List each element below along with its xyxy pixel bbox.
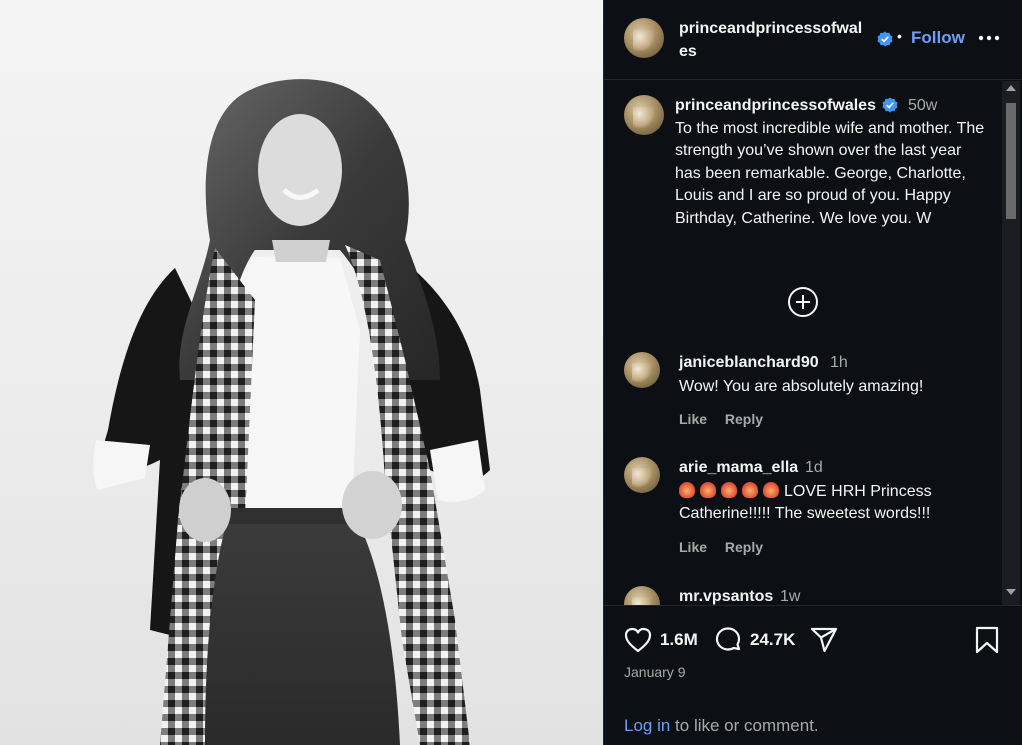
comment-item: janiceblanchard90 1h Wow! You are absolu… (604, 352, 1002, 452)
heart-emoji-icon (721, 482, 737, 498)
reply-comment-button[interactable]: Reply (725, 539, 763, 555)
like-comment-button[interactable]: Like (679, 539, 707, 555)
heart-emoji-icon (763, 482, 779, 498)
caption-author-username[interactable]: princeandprincessofwales (675, 97, 876, 115)
caption-author-avatar[interactable] (624, 95, 664, 135)
separator-dot: • (897, 28, 902, 44)
post-actions: 1.6M 24.7K January 9 Log in to like or c… (604, 605, 1022, 745)
photo-illustration (93, 79, 490, 745)
heart-emoji-icon (679, 482, 695, 498)
comment-username[interactable]: arie_mama_ella (679, 459, 798, 477)
scroll-up-arrow-icon[interactable] (1006, 85, 1016, 91)
commenter-avatar[interactable] (624, 586, 660, 605)
like-comment-button[interactable]: Like (679, 411, 707, 427)
commenter-avatar[interactable] (624, 352, 660, 388)
comment-actions: Like Reply (679, 539, 777, 555)
scroll-down-arrow-icon[interactable] (1006, 589, 1016, 595)
author-username-line2: es (679, 43, 697, 60)
comment-username[interactable]: mr.vpsantos (679, 588, 773, 605)
heart-icon[interactable] (623, 625, 653, 655)
verified-badge-icon (882, 97, 898, 113)
caption-timestamp[interactable]: 50w (908, 97, 937, 115)
login-prompt-text: to like or comment. (670, 716, 819, 735)
follow-button[interactable]: Follow (911, 28, 965, 48)
reply-comment-button[interactable]: Reply (725, 411, 763, 427)
share-icon[interactable] (809, 625, 839, 655)
comment-text: Wow! You are absolutely amazing! (679, 378, 924, 395)
post-photo[interactable] (0, 0, 603, 745)
author-username-line1: princeandprincessofwal (679, 20, 863, 37)
bookmark-icon[interactable] (972, 625, 1002, 655)
comments-scrollbar[interactable] (1002, 81, 1020, 605)
scrollbar-thumb[interactable] (1006, 103, 1016, 219)
likes-count[interactable]: 1.6M (660, 630, 698, 650)
more-options-icon[interactable] (976, 26, 1002, 50)
post-date[interactable]: January 9 (624, 664, 685, 680)
post-header: princeandprincessofwal es • Follow (604, 0, 1022, 80)
comment-text-block: LOVE HRH Princess Catherine!!!!! The swe… (679, 481, 979, 526)
login-prompt: Log in to like or comment. (624, 716, 819, 736)
comment-item: mr.vpsantos 1w (604, 586, 1002, 605)
caption-text: To the most incredible wife and mother. … (675, 120, 985, 227)
load-more-comments-icon[interactable] (788, 287, 818, 317)
comment-item: arie_mama_ella 1d LOVE HRH Princess Cath… (604, 457, 1002, 577)
comments-count[interactable]: 24.7K (750, 630, 795, 650)
comment-timestamp[interactable]: 1d (805, 459, 823, 477)
heart-emoji-icon (700, 482, 716, 498)
comment-text: LOVE HRH Princess Catherine!!!!! The swe… (679, 483, 932, 523)
comment-actions: Like Reply (679, 411, 777, 427)
heart-emoji-icon (742, 482, 758, 498)
comments-scroll-area[interactable]: princeandprincessofwales 50w To the most… (604, 81, 1022, 605)
login-link[interactable]: Log in (624, 716, 670, 735)
comment-timestamp[interactable]: 1h (830, 354, 848, 372)
commenter-avatar[interactable] (624, 457, 660, 493)
comment-username[interactable]: janiceblanchard90 (679, 354, 819, 372)
verified-badge-icon (877, 31, 893, 47)
comment-timestamp[interactable]: 1w (780, 588, 800, 605)
author-avatar[interactable] (624, 18, 664, 58)
comment-icon[interactable] (713, 625, 743, 655)
post-side-panel: princeandprincessofwal es • Follow princ… (603, 0, 1022, 745)
author-username[interactable]: princeandprincessofwal es (679, 17, 879, 63)
